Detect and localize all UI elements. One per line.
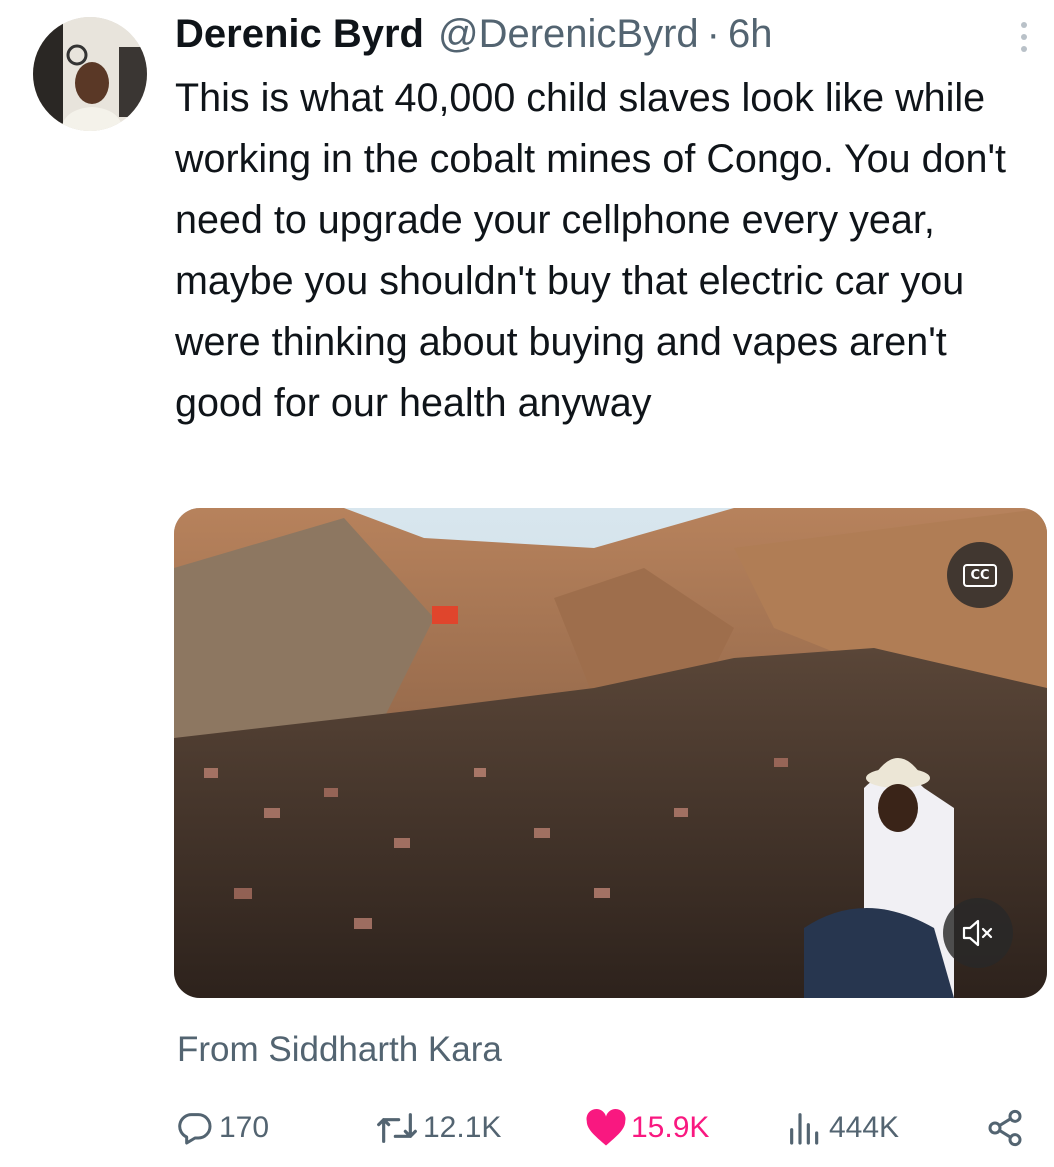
views-icon <box>790 1113 819 1145</box>
like-count: 15.9K <box>631 1111 710 1144</box>
retweet-icon <box>377 1113 417 1143</box>
reply-button[interactable]: 170 <box>175 1100 269 1156</box>
cc-icon: CC <box>963 563 997 587</box>
mine-scene-image <box>174 508 1047 998</box>
tweet-timestamp[interactable]: 6h <box>728 12 773 57</box>
video-source-attribution: From Siddharth Kara <box>177 1030 502 1069</box>
header-separator: · <box>706 12 720 56</box>
author-name[interactable]: Derenic Byrd <box>175 12 424 57</box>
tweet-video[interactable]: CC <box>174 508 1047 998</box>
author-avatar[interactable] <box>33 17 147 131</box>
reply-icon <box>178 1113 212 1145</box>
mute-icon <box>962 919 993 947</box>
heart-icon <box>586 1108 626 1146</box>
view-count: 444K <box>829 1111 900 1144</box>
share-button[interactable] <box>985 1100 1025 1156</box>
like-button[interactable]: 15.9K <box>585 1100 709 1156</box>
tweet-header: Derenic Byrd @DerenicByrd · 6h <box>175 12 994 62</box>
reply-count: 170 <box>219 1111 270 1144</box>
captions-button[interactable]: CC <box>947 542 1013 608</box>
views-button[interactable]: 444K <box>785 1100 899 1156</box>
retweet-count: 12.1K <box>423 1111 502 1144</box>
retweet-button[interactable]: 12.1K <box>375 1100 501 1156</box>
tweet-text: This is what 40,000 child slaves look li… <box>175 76 1007 425</box>
share-icon <box>988 1109 1022 1147</box>
more-icon[interactable] <box>1016 18 1032 58</box>
tweet-actions-bar: 170 12.1K 15.9K 444K <box>175 1100 1035 1156</box>
author-handle[interactable]: @DerenicByrd <box>438 12 699 57</box>
unmute-button[interactable] <box>943 898 1013 968</box>
